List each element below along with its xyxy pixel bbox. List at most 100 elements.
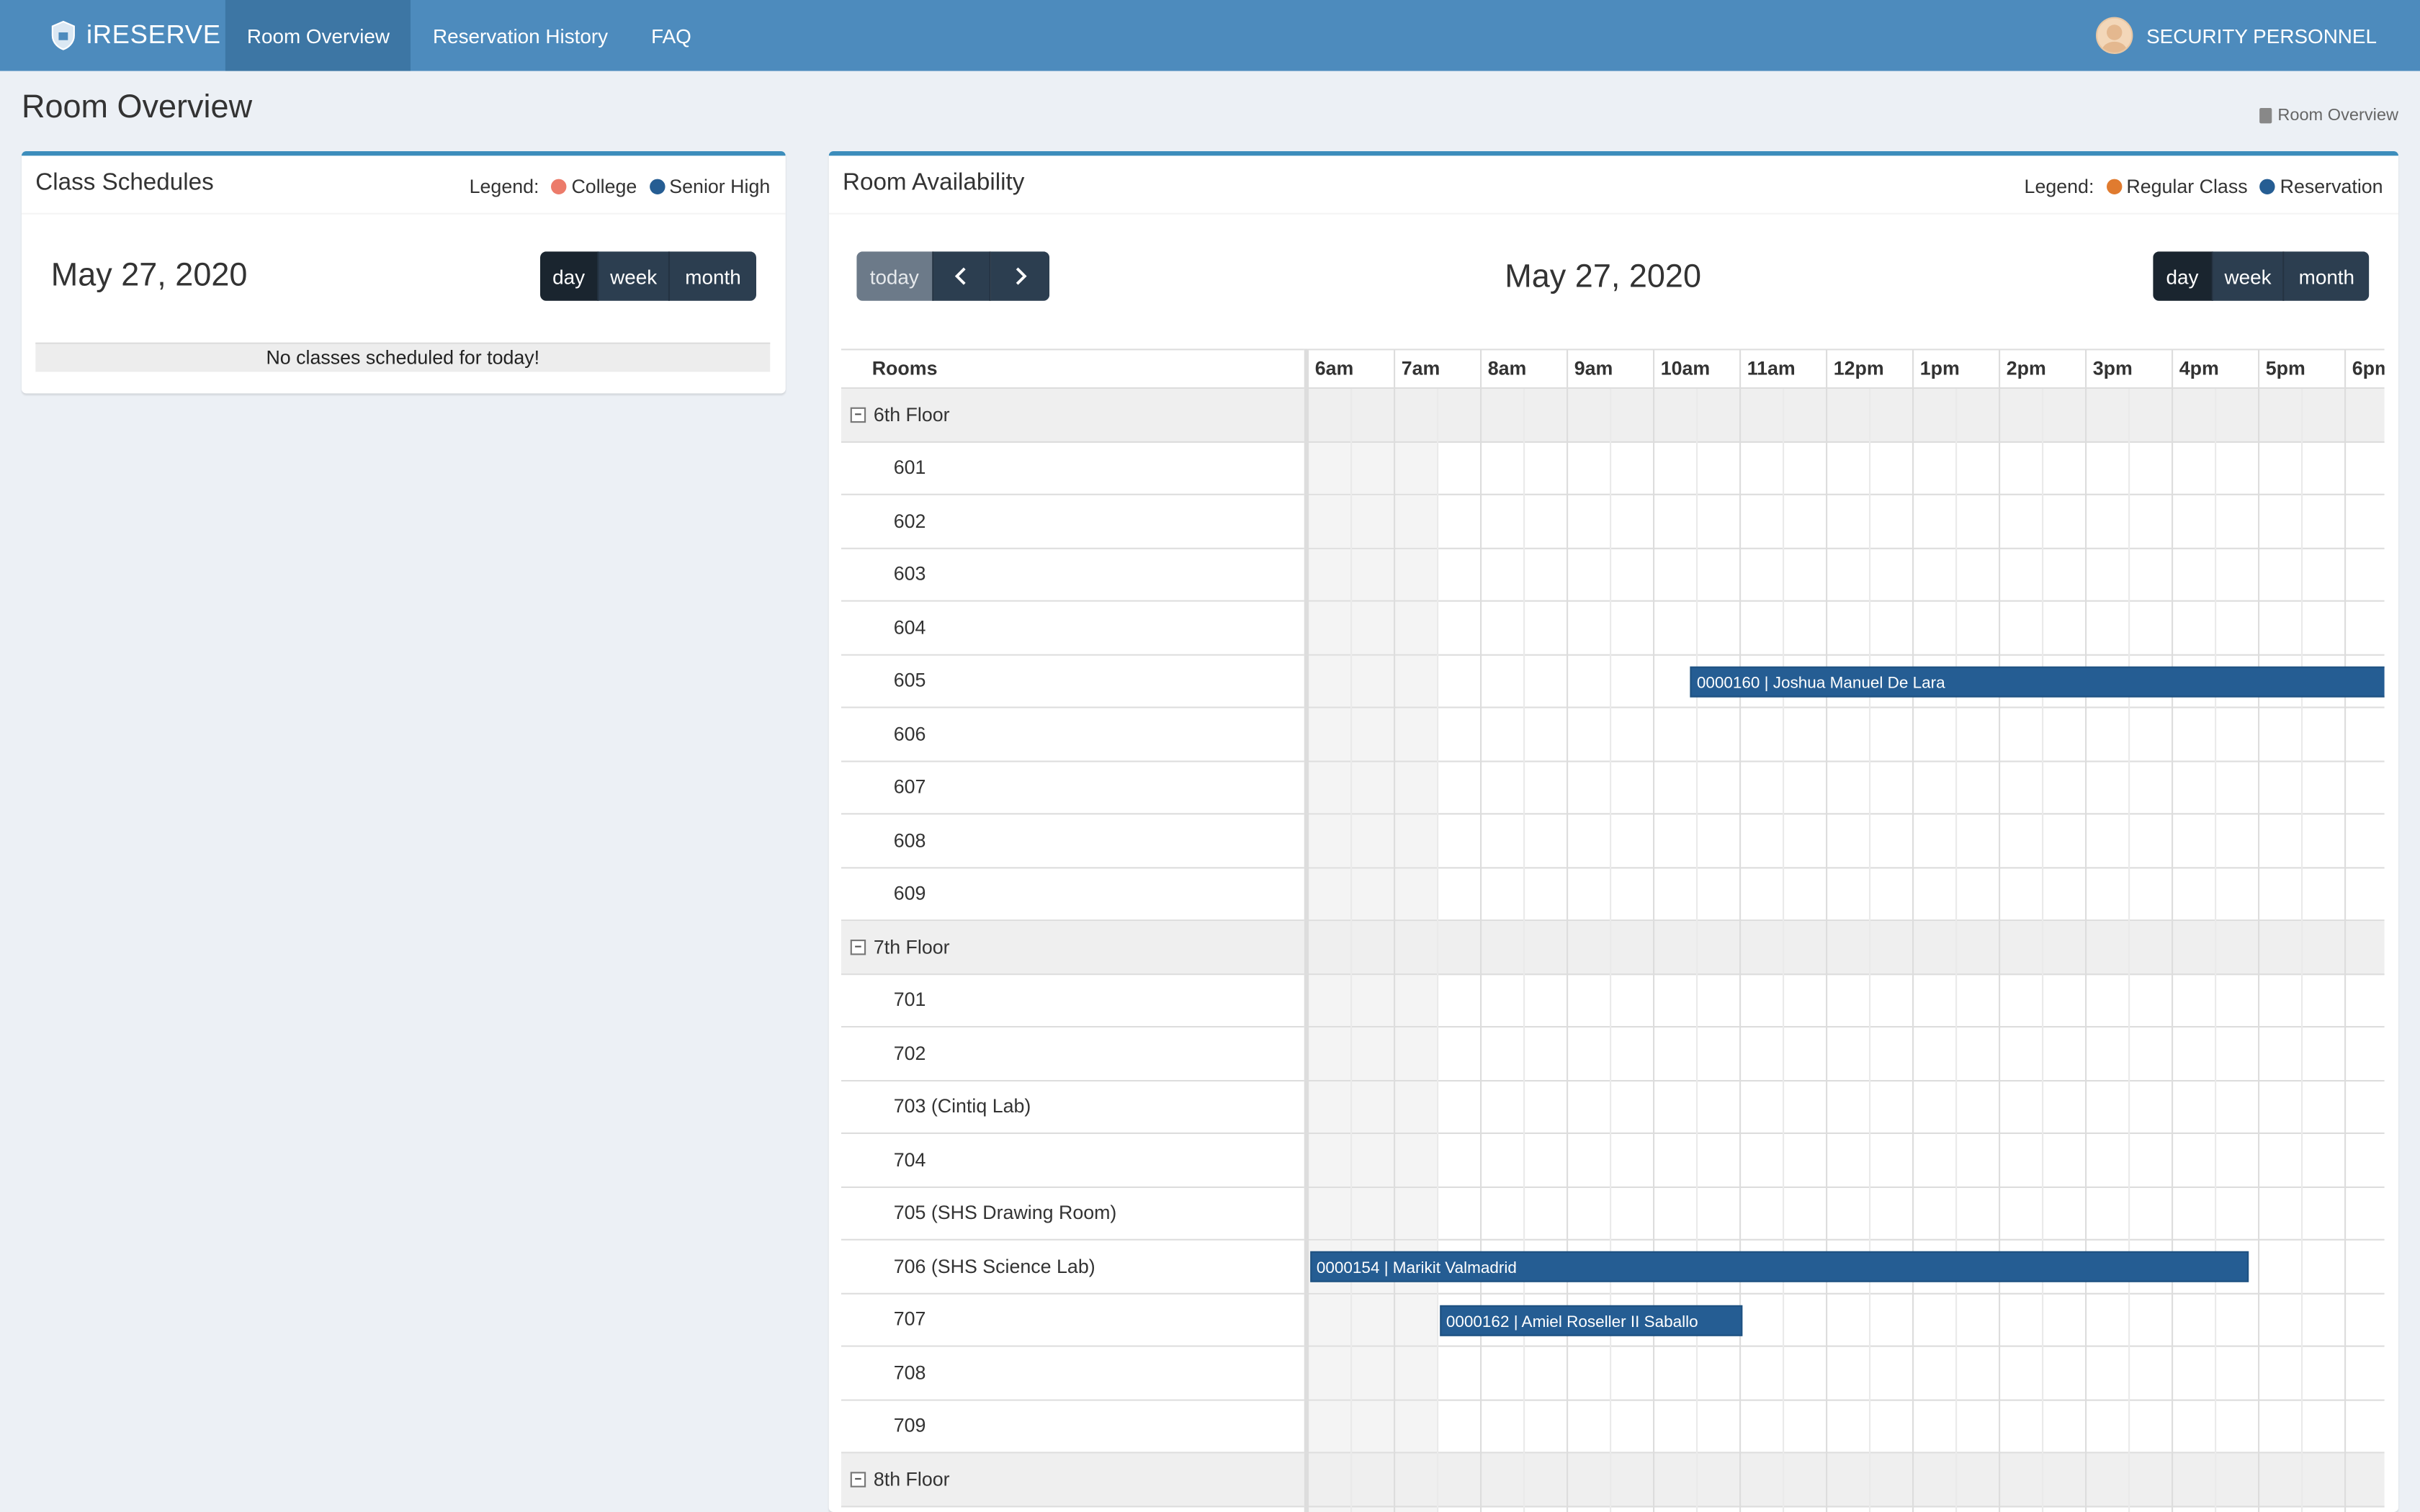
timeline-floor-row	[1307, 921, 2385, 975]
hour-tick-label: 12pm	[1826, 350, 1912, 391]
collapse-icon[interactable]	[850, 407, 866, 423]
view-week-button[interactable]: week	[2213, 251, 2285, 301]
grid-line	[1307, 389, 1309, 1512]
grid-line	[2042, 389, 2044, 1512]
grid-line	[1826, 389, 1828, 1512]
floor-group-row[interactable]: 6th Floor	[841, 389, 1304, 442]
timeline-room-row[interactable]	[1307, 762, 2385, 815]
timeline-room-row[interactable]	[1307, 1507, 2385, 1512]
timeline-room-row[interactable]	[1307, 495, 2385, 549]
reservation-event[interactable]: 0000154 | Marikit Valmadrid	[1310, 1251, 2249, 1282]
timeline-room-row[interactable]	[1307, 1347, 2385, 1400]
divider	[22, 212, 786, 215]
legend-label: Legend:	[469, 176, 539, 198]
room-row: 605	[841, 654, 1304, 708]
timeline-area: 6am 7am 8am 9am 10am 11am 12pm 1pm 2pm 3pm 4pm 5pm 6…	[1307, 348, 2385, 1512]
nav-room-overview[interactable]: Room Overview	[225, 0, 412, 71]
grid-line	[1912, 389, 1914, 1512]
hour-tick-label: 9am	[1567, 350, 1653, 391]
timeline-floor-row	[1307, 1453, 2385, 1507]
brand[interactable]: iRESERVE	[0, 0, 225, 71]
timeline-room-row[interactable]	[1307, 974, 2385, 1028]
legend-reservation: Reservation	[2280, 176, 2383, 198]
grid-line	[1567, 389, 1569, 1512]
room-row: 601	[841, 441, 1304, 495]
top-navbar: iRESERVE Room Overview Reservation Histo…	[0, 0, 2420, 71]
room-row: 705 (SHS Drawing Room)	[841, 1187, 1304, 1241]
view-day-button[interactable]: day	[2153, 251, 2213, 301]
timeline-room-row[interactable]	[1307, 708, 2385, 762]
timeline-room-row[interactable]	[1307, 1081, 2385, 1134]
room-row: 707	[841, 1293, 1304, 1347]
next-button[interactable]	[990, 251, 1050, 301]
unavailable-shade	[1307, 1027, 1437, 1079]
room-row: 704	[841, 1134, 1304, 1187]
view-month-button[interactable]: month	[670, 251, 756, 301]
legend-college: College	[571, 176, 637, 198]
collapse-icon[interactable]	[850, 939, 866, 955]
unavailable-shade	[1307, 654, 1437, 707]
grid-line	[2172, 389, 2174, 1512]
today-button[interactable]: today	[856, 251, 934, 301]
chevron-left-icon	[954, 267, 966, 285]
timeline-room-row[interactable]	[1307, 814, 2385, 868]
unavailable-shade	[1307, 1506, 1437, 1512]
timeline-room-row[interactable]	[1307, 1027, 2385, 1081]
collapse-icon[interactable]	[850, 1471, 866, 1488]
avatar	[2095, 17, 2133, 55]
view-day-button[interactable]: day	[540, 251, 599, 301]
view-week-button[interactable]: week	[599, 251, 670, 301]
floor-group-row[interactable]: 8th Floor	[841, 1453, 1304, 1507]
room-row: 702	[841, 1027, 1304, 1081]
room-row: 606	[841, 708, 1304, 762]
hour-tick-label: 11am	[1739, 350, 1826, 391]
room-row: 609	[841, 868, 1304, 922]
unavailable-shade	[1307, 441, 1437, 494]
class-schedules-view-switch: day week month	[540, 251, 756, 301]
timeline-room-row[interactable]	[1307, 442, 2385, 495]
room-row: 703 (Cintiq Lab)	[841, 1081, 1304, 1134]
nav-faq[interactable]: FAQ	[629, 0, 713, 71]
hour-tick-label: 6am	[1307, 350, 1394, 391]
grid-line	[2128, 389, 2130, 1512]
reservation-event[interactable]: 0000160 | Joshua Manuel De Lara	[1690, 665, 2385, 697]
timeline-room-row[interactable]	[1307, 602, 2385, 655]
class-schedules-date: May 27, 2020	[50, 257, 248, 294]
grid-line	[2258, 389, 2260, 1512]
unavailable-shade	[1307, 1187, 1437, 1239]
timeline-header: 6am 7am 8am 9am 10am 11am 12pm 1pm 2pm 3pm 4pm 5pm 6…	[1307, 348, 2385, 391]
unavailable-shade	[1307, 1081, 1437, 1133]
room-row: 608	[841, 814, 1304, 868]
prev-button[interactable]	[933, 251, 991, 301]
room-availability-legend: Legend: Regular Class Reservation	[2025, 176, 2383, 197]
view-month-button[interactable]: month	[2284, 251, 2370, 301]
nav-label: Room Overview	[246, 24, 390, 48]
grid-line	[1783, 389, 1785, 1512]
shield-logo-icon	[51, 20, 75, 50]
hour-tick-label: 8am	[1480, 350, 1567, 391]
building-icon	[2259, 108, 2272, 124]
timeline-room-row[interactable]	[1307, 1187, 2385, 1241]
reservation-dot-icon	[2259, 179, 2276, 194]
timeline-room-row[interactable]	[1307, 549, 2385, 602]
grid-line	[1696, 389, 1698, 1512]
reservation-event[interactable]: 0000162 | Amiel Roseller II Saballo	[1440, 1304, 1743, 1336]
room-row: 602	[841, 495, 1304, 549]
timeline-room-row[interactable]	[1307, 868, 2385, 922]
unavailable-shade	[1307, 708, 1437, 760]
grid-line	[1999, 389, 2001, 1512]
room-row: 603	[841, 548, 1304, 602]
timeline-room-row[interactable]	[1307, 1134, 2385, 1187]
user-menu[interactable]: SECURITY PERSONNEL	[2095, 0, 2377, 71]
hour-tick-label: 6pm	[2344, 350, 2385, 391]
room-availability-view-switch: day week month	[2153, 251, 2370, 301]
grid-line	[2344, 389, 2347, 1512]
grid-line	[1653, 389, 1655, 1512]
floor-group-row[interactable]: 7th Floor	[841, 921, 1304, 975]
divider	[828, 212, 2398, 215]
timeline-room-row[interactable]	[1307, 1400, 2385, 1454]
room-scheduler: Rooms 6th Floor 601 602 603 604 605 606 607 608 6…	[841, 348, 2385, 1512]
nav-reservation-history[interactable]: Reservation History	[411, 0, 629, 71]
breadcrumb[interactable]: Room Overview	[2259, 107, 2398, 125]
rooms-column: Rooms 6th Floor 601 602 603 604 605 606 607 608 6…	[841, 348, 1304, 1512]
